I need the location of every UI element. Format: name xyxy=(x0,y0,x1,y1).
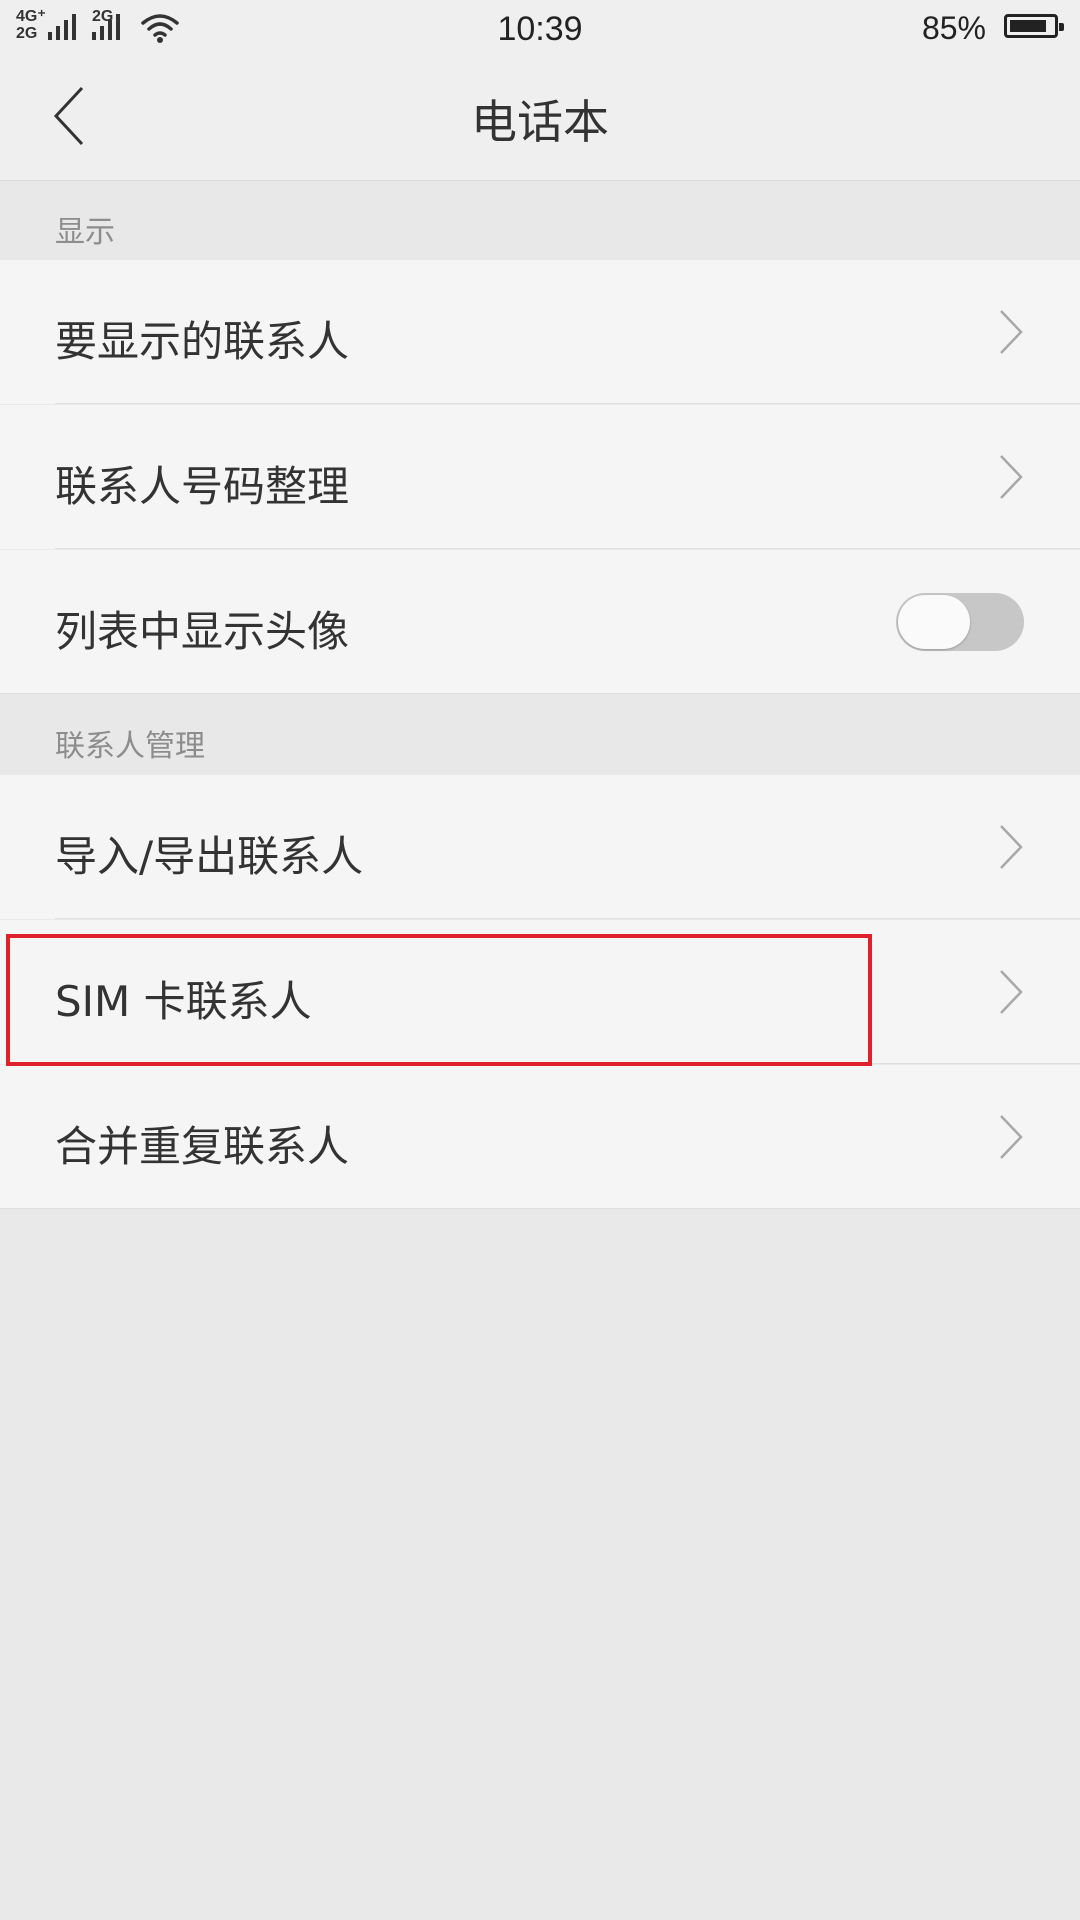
settings-item-label: 联系人号码整理 xyxy=(55,462,350,511)
chevron-right-icon xyxy=(1000,825,1023,869)
toggle-knob xyxy=(898,595,970,649)
battery-tip xyxy=(1059,23,1064,31)
settings-item-label: SIM 卡联系人 xyxy=(55,977,312,1026)
section-header-display: 显示 xyxy=(0,181,1080,259)
settings-item-label: 列表中显示头像 xyxy=(55,607,350,656)
settings-item-label: 导入/导出联系人 xyxy=(55,832,364,881)
clock: 10:39 xyxy=(497,10,583,48)
settings-item-number-organize[interactable]: 联系人号码整理 xyxy=(0,405,1080,549)
show-avatar-toggle[interactable] xyxy=(896,593,1024,651)
settings-item-merge-duplicates[interactable]: 合并重复联系人 xyxy=(0,1065,1080,1209)
battery-icon xyxy=(1004,14,1064,38)
title-bar: 电话本 xyxy=(0,56,1080,181)
settings-item-contacts-to-display[interactable]: 要显示的联系人 xyxy=(0,260,1080,404)
section-header-label: 显示 xyxy=(55,215,115,250)
battery-percentage: 85% xyxy=(921,10,986,46)
chevron-right-icon xyxy=(1000,310,1023,354)
row-divider xyxy=(55,918,1080,919)
row-divider xyxy=(0,1208,1080,1209)
chevron-right-icon xyxy=(1000,970,1023,1014)
settings-item-import-export[interactable]: 导入/导出联系人 xyxy=(0,775,1080,919)
section-header-contact-management: 联系人管理 xyxy=(0,695,1080,773)
settings-item-show-avatar: 列表中显示头像 xyxy=(0,550,1080,694)
row-divider xyxy=(55,1063,1080,1064)
settings-item-sim-contacts[interactable]: SIM 卡联系人 xyxy=(0,920,1080,1064)
status-bar: 4G⁺ 2G 2G 10:39 85% xyxy=(0,0,1080,56)
section-header-label: 联系人管理 xyxy=(55,729,205,764)
battery-fill xyxy=(1010,20,1046,32)
row-divider xyxy=(0,693,1080,694)
settings-item-label: 要显示的联系人 xyxy=(55,317,350,366)
chevron-right-icon xyxy=(1000,1115,1023,1159)
row-divider xyxy=(55,548,1080,549)
chevron-right-icon xyxy=(1000,455,1023,499)
row-divider xyxy=(55,403,1080,404)
settings-item-label: 合并重复联系人 xyxy=(55,1122,350,1171)
page-title: 电话本 xyxy=(471,95,609,149)
